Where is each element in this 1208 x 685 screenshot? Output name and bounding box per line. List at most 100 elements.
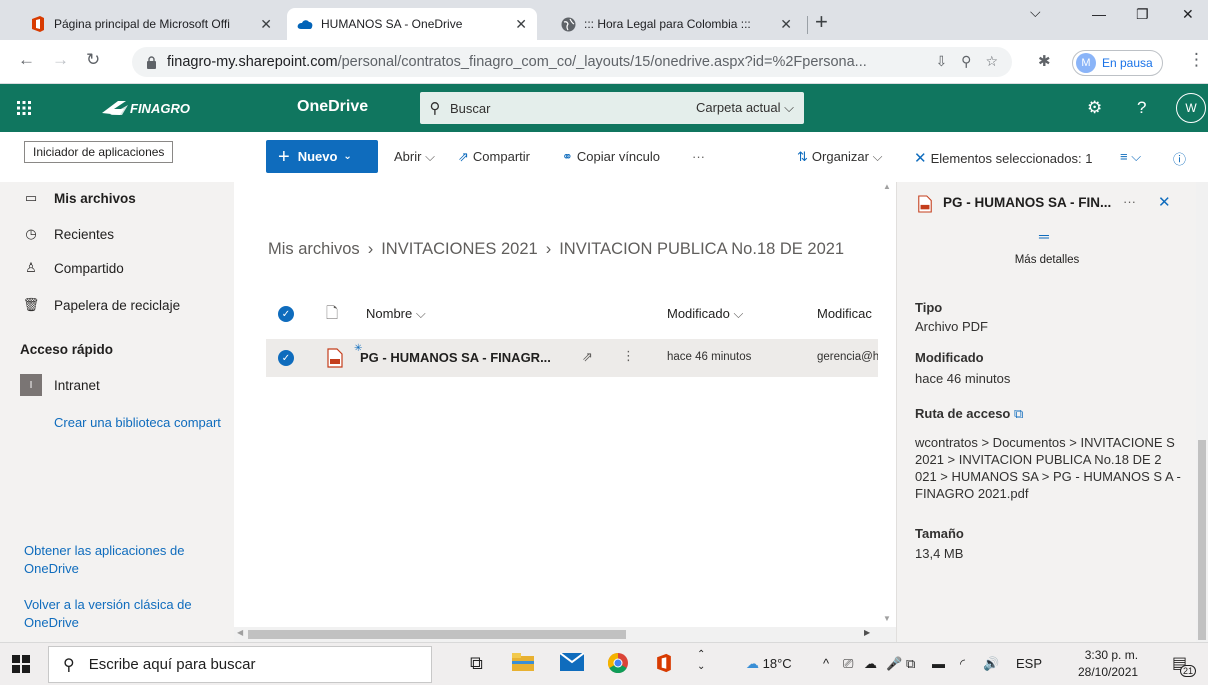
minimize-icon[interactable]: — [1092,6,1106,22]
help-icon[interactable]: ? [1137,98,1146,118]
chrome-icon[interactable] [607,652,628,678]
horizontal-scrollbar[interactable]: ◀ ▶ [234,627,896,642]
back-icon[interactable]: ← [18,50,35,70]
type-value: Archivo PDF [915,319,988,334]
share-button[interactable]: ⇗ Compartir [458,149,530,165]
vertical-scrollbar[interactable]: ▲ ▼ [878,182,896,627]
info-icon[interactable]: ⓘ [1173,149,1186,168]
browser-toolbar: ← → ↻ finagro-my.sharepoint.com/personal… [0,40,1208,84]
office-icon[interactable] [656,653,672,678]
clear-selection-button[interactable]: ✕ Elementos seleccionados: 1 [914,149,1092,167]
address-bar[interactable]: finagro-my.sharepoint.com/personal/contr… [132,47,1012,77]
new-button[interactable]: + Nuevo ⌄ [266,140,378,173]
breadcrumb-item[interactable]: Mis archivos [268,240,360,258]
nav-item-intranet[interactable]: I Intranet [0,371,234,399]
breadcrumb-item[interactable]: INVITACIONES 2021 [381,240,538,258]
copy-icon: ⧉ [1014,406,1024,421]
people-icon: ♙ [25,260,37,275]
windows-start-icon[interactable] [12,655,30,676]
search-box[interactable]: ⚲ Buscar Carpeta actual ⌵ [420,92,804,124]
forward-icon[interactable]: → [52,50,69,70]
expand-details-icon[interactable]: ═ [1039,228,1049,244]
column-modified[interactable]: Modificado ⌵ [667,306,743,322]
column-modified-by[interactable]: Modificac [817,306,872,321]
reload-icon[interactable]: ↻ [86,50,100,70]
maximize-icon[interactable]: ❐ [1136,6,1149,23]
nav-item-recent[interactable]: ◷ Recientes [0,220,234,248]
file-name[interactable]: PG - HUMANOS SA - FINAGR... [360,350,551,365]
meet-now-icon[interactable]: ⎚ [843,656,853,672]
copy-link-button[interactable]: ⚭ Copiar vínculo [562,149,660,165]
search-scope-dropdown[interactable]: Carpeta actual ⌵ [696,100,794,116]
scroll-right-icon[interactable]: ▶ [864,628,870,637]
onedrive-cloud-icon [297,16,313,32]
share-icon[interactable]: ⇗ [582,349,593,365]
window-close-icon[interactable]: ✕ [1182,6,1194,23]
nav-item-my-files[interactable]: ▭ Mis archivos [0,184,234,212]
user-avatar[interactable]: W [1176,93,1206,123]
close-icon[interactable]: ✕ [515,16,527,33]
breadcrumb-item[interactable]: INVITACION PUBLICA No.18 DE 2021 [559,240,844,258]
install-app-icon[interactable]: ⇩ [935,53,947,70]
plus-icon: + [278,145,290,168]
wifi-icon[interactable]: ◜ [960,656,965,672]
battery-icon[interactable]: ▬ [932,656,945,671]
details-title: PG - HUMANOS SA - FIN... [943,195,1112,210]
scroll-up-icon[interactable]: ▲ [883,182,891,191]
nav-item-recycle-bin[interactable]: 🗑 Papelera de reciclaje [0,291,234,319]
row-checkbox[interactable]: ✓ [278,350,294,366]
close-icon[interactable]: ✕ [260,16,272,33]
browser-tab-office[interactable]: Página principal de Microsoft Offi ✕ [20,8,282,40]
settings-gear-icon[interactable]: ⚙ [1087,98,1102,118]
file-explorer-icon[interactable] [512,653,534,676]
more-options-button[interactable]: ··· [692,149,705,164]
scroll-down-icon[interactable]: ▼ [883,614,891,623]
close-icon[interactable]: ✕ [780,16,792,33]
create-library-link[interactable]: Crear una biblioteca compart [54,414,221,432]
scrollbar-thumb[interactable] [1198,440,1206,640]
nav-item-shared[interactable]: ♙ Compartido [0,254,234,282]
column-name[interactable]: Nombre ⌵ [366,306,426,322]
view-options-icon[interactable]: ≡ ⌵ [1120,149,1141,165]
onedrive-tray-icon[interactable]: ☁ [864,656,877,672]
organize-button[interactable]: ⇅ Organizar ⌵ [797,149,882,165]
profile-button[interactable]: M En pausa [1072,50,1163,76]
classic-view-link[interactable]: Volver a la versión clásica de OneDrive [24,596,214,632]
taskbar-clock[interactable]: 3:30 p. m. 28/10/2021 [1078,647,1138,681]
microphone-icon[interactable]: 🎤 [886,656,902,672]
app-launcher-waffle-icon[interactable] [0,84,48,132]
task-view-icon[interactable]: ⧉ [470,653,483,674]
avatar: M [1076,53,1096,73]
get-apps-link[interactable]: Obtener las aplicaciones de OneDrive [24,542,214,578]
close-details-icon[interactable]: ✕ [1158,193,1171,211]
new-tab-icon[interactable]: + [815,11,828,33]
scrollbar-thumb[interactable] [248,630,626,639]
bookmark-star-icon[interactable]: ☆ [985,53,998,70]
more-details-link[interactable]: Más detalles [897,254,1197,266]
more-options-icon[interactable]: ··· [1123,194,1136,209]
notifications-tray-icon[interactable]: ⧉ [906,656,915,672]
volume-icon[interactable]: 🔊 [983,656,999,672]
hidden-icons-chevron-icon[interactable]: ⌃ ⌄ [697,649,705,673]
suite-header: FINAGRO OneDrive ⚲ Buscar Carpeta actual… [0,84,1208,132]
language-indicator[interactable]: ESP [1016,656,1042,671]
mail-icon[interactable] [559,652,585,676]
page-vertical-scrollbar[interactable] [1196,182,1208,642]
weather-widget[interactable]: ☁ 18°C [746,656,792,672]
browser-tab-hora-legal[interactable]: ::: Hora Legal para Colombia ::: ✕ [550,8,802,40]
browser-tab-onedrive[interactable]: HUMANOS SA - OneDrive ✕ [287,8,537,40]
zoom-icon[interactable]: ⚲ [961,53,971,70]
app-name[interactable]: OneDrive [297,98,368,116]
select-all-checkbox[interactable]: ✓ [278,306,294,322]
open-button[interactable]: Abrir ⌵ [394,149,435,165]
table-row[interactable]: ✓ ✳ PG - HUMANOS SA - FINAGR... ⇗ ⋮ hace… [266,339,896,377]
show-hidden-icon[interactable]: ^ [823,656,829,671]
taskbar-search[interactable]: ⚲ Escribe aquí para buscar [48,646,432,683]
more-actions-icon[interactable]: ⋮ [622,348,635,364]
quick-access-heading: Acceso rápido [20,342,114,357]
finagro-logo[interactable]: FINAGRO [100,95,220,121]
tab-search-chevron-icon[interactable]: ⌵ [1030,4,1041,21]
scroll-left-icon[interactable]: ◀ [237,628,243,637]
extensions-puzzle-icon[interactable]: ✱ [1038,52,1051,70]
browser-menu-icon[interactable]: ⋮ [1188,50,1205,70]
